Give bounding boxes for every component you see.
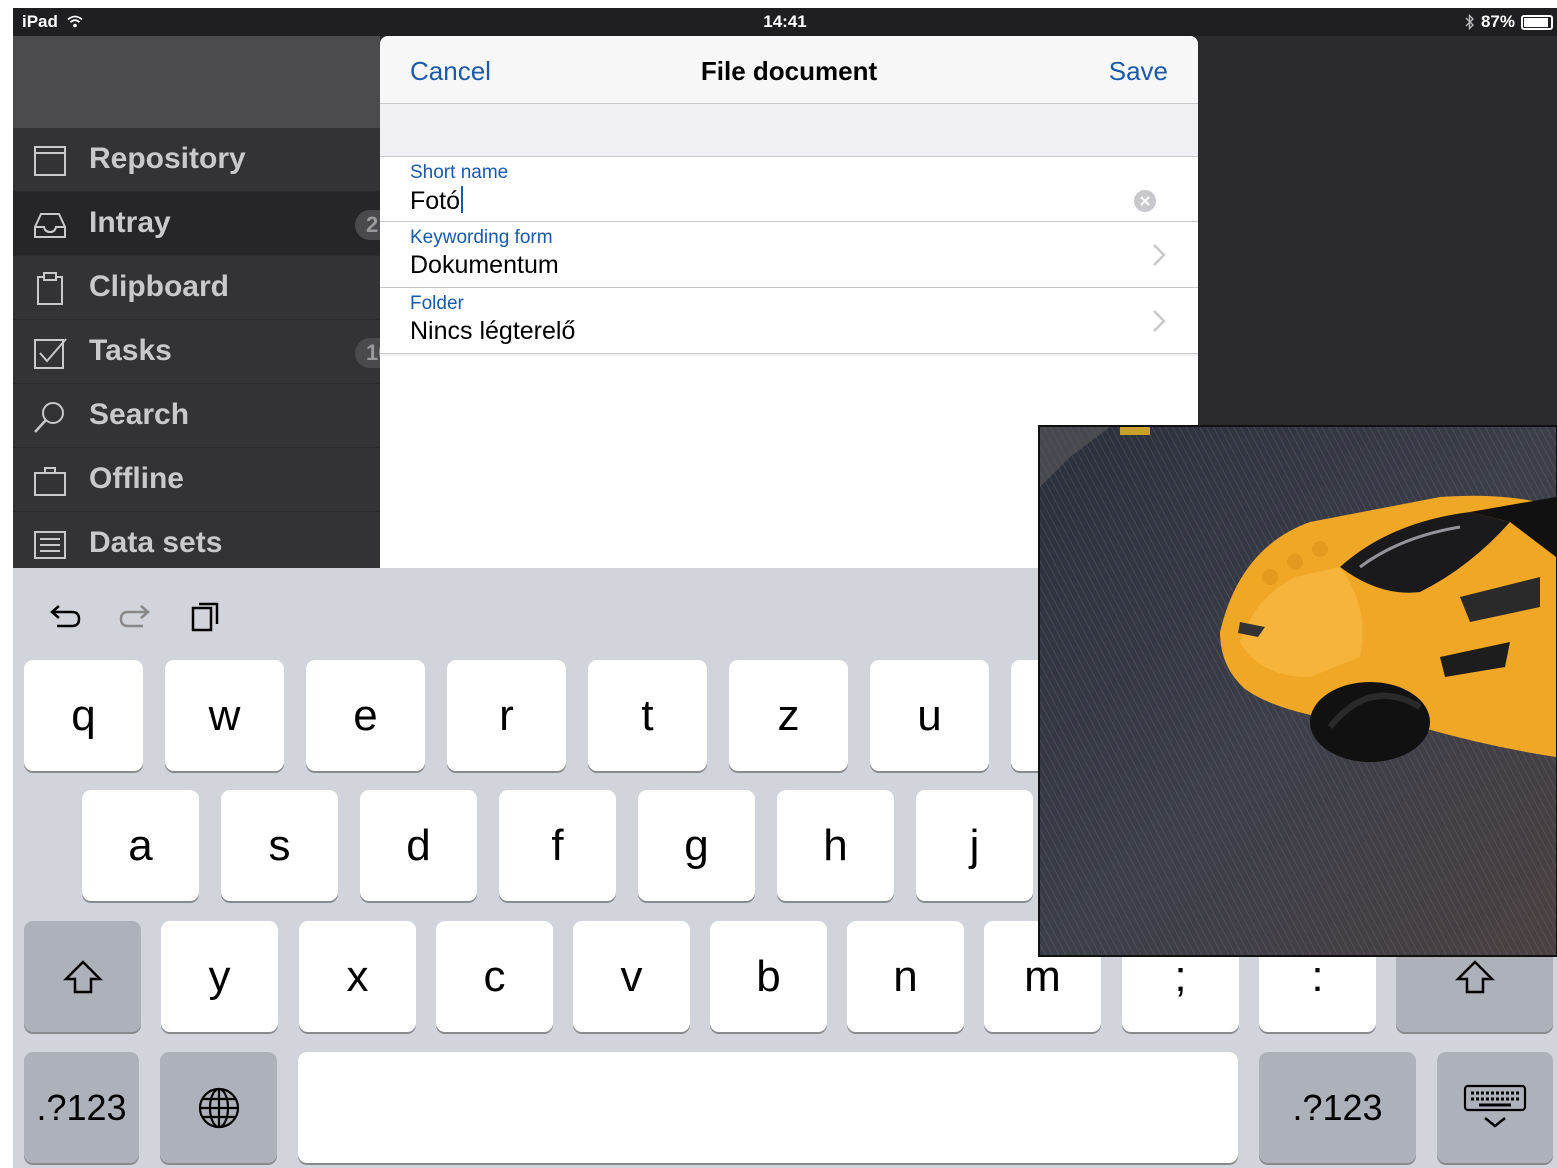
key-t[interactable]: t [588, 660, 707, 771]
folder-field[interactable]: Folder Nincs légterelő [380, 288, 1198, 354]
status-time: 14:41 [763, 12, 807, 31]
shift-key-left[interactable] [24, 921, 141, 1032]
sidebar-item-label: Search [89, 398, 190, 431]
clear-icon[interactable] [1134, 190, 1156, 212]
key-x[interactable]: x [299, 921, 416, 1032]
key-v[interactable]: v [573, 921, 690, 1032]
hide-keyboard-key[interactable] [1437, 1052, 1553, 1163]
battery-icon [1521, 14, 1553, 30]
photo-preview [1038, 425, 1557, 957]
key-h[interactable]: h [777, 790, 894, 901]
list-icon [34, 531, 66, 559]
field-caption: Short name [410, 162, 509, 183]
key-u[interactable]: u [870, 660, 989, 771]
chevron-right-icon [1153, 244, 1166, 266]
short-name-field[interactable]: Short name Fotó [380, 156, 1198, 222]
key-e[interactable]: e [306, 660, 425, 771]
sidebar-item-search[interactable]: Search [13, 384, 380, 448]
key-c[interactable]: c [436, 921, 553, 1032]
search-icon [34, 402, 64, 433]
key-r[interactable]: r [447, 660, 566, 771]
sidebar-item-intray[interactable]: Intray 2 [13, 192, 395, 256]
keyboard-dismiss-icon [1463, 1084, 1527, 1128]
text-caret [461, 186, 464, 213]
key-j[interactable]: j [916, 790, 1033, 901]
key-z[interactable]: z [729, 660, 848, 771]
keywording-form-field[interactable]: Keywording form Dokumentum [380, 222, 1198, 288]
clipboard-icon [37, 272, 63, 305]
key-y[interactable]: y [161, 921, 278, 1032]
dialog-title: File document [700, 56, 878, 86]
sidebar-item-clipboard[interactable]: Clipboard [13, 256, 380, 320]
sidebar-item-tasks[interactable]: Tasks 10 [13, 320, 395, 384]
sidebar-item-label: Offline [89, 462, 184, 495]
key-n[interactable]: n [847, 921, 964, 1032]
repository-icon [34, 146, 66, 176]
save-button[interactable]: Save [1109, 56, 1168, 87]
chevron-right-icon [1153, 310, 1166, 332]
redo-icon[interactable] [117, 598, 153, 634]
shift-icon [62, 959, 103, 993]
checkbox-icon [34, 338, 67, 369]
paste-icon[interactable] [187, 598, 223, 634]
status-bar: iPad 14:41 87% [13, 8, 1557, 36]
field-caption: Folder [410, 293, 464, 314]
sidebar-item-label: Tasks [89, 334, 172, 367]
sidebar-header [13, 36, 380, 128]
numbers-key-right[interactable]: .?123 [1259, 1052, 1416, 1163]
sidebar-item-label: Repository [89, 142, 246, 175]
short-name-text: Fotó [410, 187, 461, 215]
briefcase-icon [34, 467, 66, 496]
key-a[interactable]: a [82, 790, 199, 901]
key-d[interactable]: d [360, 790, 477, 901]
dialog-navbar: Cancel File document Save [380, 36, 1198, 104]
key-b[interactable]: b [710, 921, 827, 1032]
car-photo-image [1040, 427, 1556, 955]
sidebar-item-repository[interactable]: Repository [13, 128, 380, 192]
globe-icon [198, 1087, 239, 1128]
battery-percent: 87% [1480, 12, 1515, 31]
status-right: 87% [1465, 12, 1553, 32]
sidebar: Repository Intray 2 Clipboard Tasks 10 S… [13, 36, 395, 576]
bluetooth-icon [1465, 14, 1474, 30]
key-q[interactable]: q [24, 660, 143, 771]
key-s[interactable]: s [221, 790, 338, 901]
sidebar-item-label: Clipboard [89, 270, 229, 303]
short-name-input[interactable]: Fotó [410, 186, 464, 216]
key-f[interactable]: f [499, 790, 616, 901]
sidebar-item-label: Data sets [89, 526, 223, 559]
sidebar-item-offline[interactable]: Offline [13, 448, 380, 512]
sidebar-item-label: Intray [89, 206, 171, 239]
shift-icon [1454, 959, 1495, 993]
sidebar-item-data-sets[interactable]: Data sets [13, 512, 380, 576]
field-value: Dokumentum [410, 251, 559, 279]
globe-key[interactable] [160, 1052, 277, 1163]
key-w[interactable]: w [165, 660, 284, 771]
undo-icon[interactable] [47, 598, 83, 634]
key-g[interactable]: g [638, 790, 755, 901]
field-value: Nincs légterelő [410, 317, 576, 345]
space-bar[interactable] [298, 1052, 1238, 1163]
numbers-key-left[interactable]: .?123 [24, 1052, 139, 1163]
inbox-icon [34, 213, 66, 238]
ipad-screen: iPad 14:41 87% Repository Intray 2 Clipb… [13, 8, 1557, 1168]
field-caption: Keywording form [410, 227, 553, 248]
